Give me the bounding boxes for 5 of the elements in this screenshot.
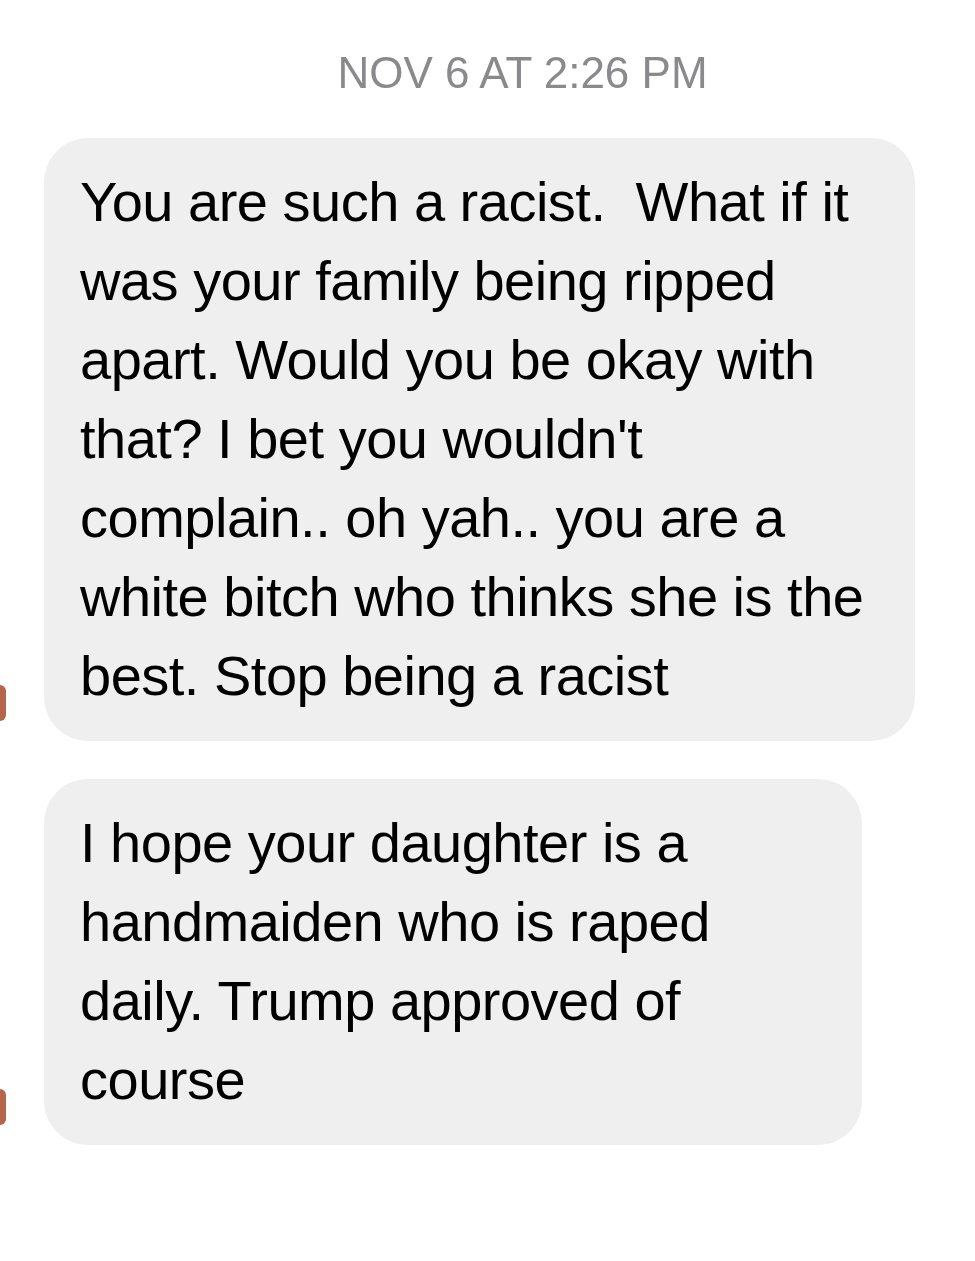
avatar xyxy=(0,685,6,721)
message-bubble: I hope your daughter is a handmaiden who is raped daily. Trump approved of course xyxy=(44,779,862,1145)
avatar xyxy=(0,1089,6,1125)
timestamp: NOV 6 AT 2:26 PM xyxy=(336,47,709,99)
message-bubble: You are such a racist. What if it was your family being ripped apart. Would you be okay with that? I bet you wouldn't complain.. oh yah.. you are a white bitch who thinks she is the best. Stop being a racist xyxy=(44,138,915,741)
